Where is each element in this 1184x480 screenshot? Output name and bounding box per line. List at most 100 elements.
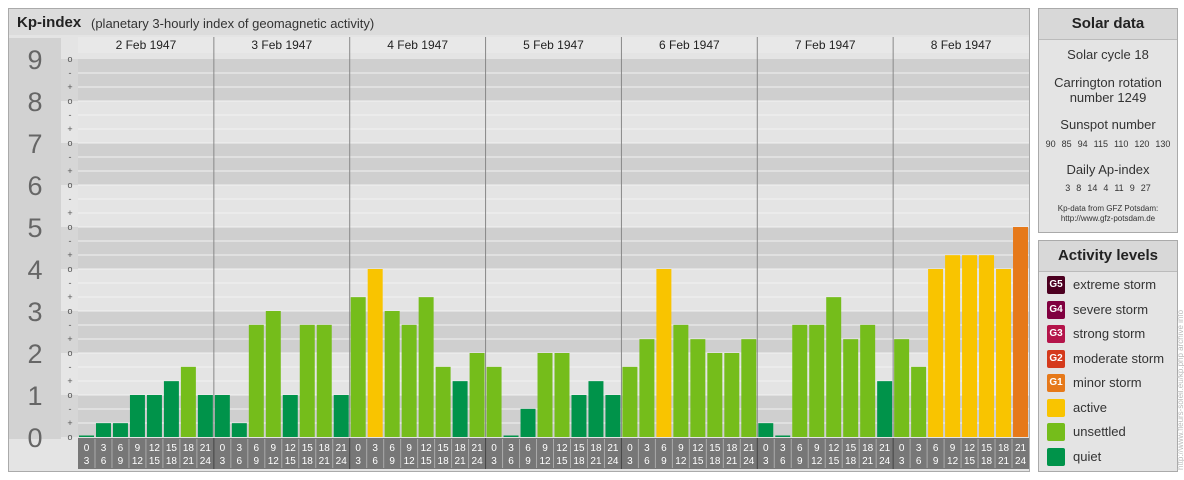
hour-start-label: 21	[472, 443, 484, 454]
hour-start-label: 15	[981, 443, 993, 454]
hour-end-label: 21	[862, 456, 874, 467]
hour-end-label: 18	[981, 456, 993, 467]
day-label: 4 Feb 1947	[387, 38, 448, 52]
hour-start-label: 12	[556, 443, 568, 454]
activity-level-item: quiet	[1047, 447, 1177, 466]
ap-index-value: 9	[1129, 183, 1135, 193]
hour-start-label: 12	[964, 443, 976, 454]
y-tick-label: 9	[27, 45, 42, 75]
hour-start-label: 15	[438, 443, 450, 454]
kp-bar	[656, 269, 672, 437]
y-minor-label: o	[67, 96, 72, 106]
y-minor-label: -	[69, 404, 72, 414]
minor-label-band	[61, 395, 78, 437]
minor-label-band	[61, 59, 78, 101]
kp-bar	[1013, 227, 1028, 437]
minor-label-band	[61, 101, 78, 143]
kp-bar	[775, 435, 791, 437]
hour-end-label: 9	[254, 456, 260, 467]
y-minor-label: -	[69, 236, 72, 246]
hour-start-label: 18	[590, 443, 602, 454]
hour-end-label: 21	[726, 456, 738, 467]
activity-level-item: G2 moderate storm	[1047, 349, 1177, 368]
activity-level-swatch: G4	[1047, 300, 1065, 319]
hour-start-label: 9	[950, 443, 956, 454]
y-minor-label: o	[67, 348, 72, 358]
y-minor-label: o	[67, 138, 72, 148]
activity-level-label: extreme storm	[1073, 277, 1157, 292]
hour-start-label: 18	[862, 443, 874, 454]
ap-index-value: 3	[1065, 183, 1071, 193]
hour-start-label: 6	[933, 443, 939, 454]
solar-cycle: Solar cycle 18	[1067, 47, 1149, 62]
activity-level-swatch: G3	[1047, 325, 1065, 343]
kp-bar	[486, 366, 502, 437]
hour-end-label: 21	[455, 456, 467, 467]
hour-end-label: 15	[692, 456, 704, 467]
hour-end-label: 3	[84, 456, 90, 467]
ap-index-title: Daily Ap-index	[1066, 162, 1150, 177]
hour-start-label: 3	[780, 443, 786, 454]
kp-bar	[129, 395, 145, 437]
hour-end-label: 12	[947, 456, 959, 467]
plot-band	[78, 269, 1029, 311]
kp-bar	[163, 381, 179, 437]
kp-bar	[282, 395, 298, 437]
activity-level-label: severe storm	[1073, 301, 1149, 317]
carrington-rotation-line1: Carrington rotation	[1054, 75, 1162, 90]
hour-start-label: 21	[200, 443, 212, 454]
hour-end-label: 6	[372, 456, 378, 467]
y-minor-label: o	[67, 264, 72, 274]
hour-start-label: 12	[421, 443, 433, 454]
hour-end-label: 9	[661, 456, 667, 467]
y-minor-label: +	[67, 250, 72, 260]
day-label: 8 Feb 1947	[931, 38, 992, 52]
hour-start-label: 3	[916, 443, 922, 454]
hour-start-label: 21	[879, 443, 891, 454]
source-line2: http://www.gfz-potsdam.de	[1060, 214, 1156, 223]
minor-label-band	[61, 353, 78, 395]
kp-bar	[299, 324, 315, 437]
sunspot-value: 85	[1061, 139, 1072, 149]
hour-end-label: 12	[539, 456, 551, 467]
hour-start-label: 3	[644, 443, 650, 454]
sunspot-value: 115	[1093, 139, 1108, 149]
hour-end-label: 6	[780, 456, 786, 467]
y-minor-label: -	[69, 194, 72, 204]
y-minor-label: -	[69, 152, 72, 162]
kp-bar-chart: 2 Feb 1947 3 Feb 1947 4 Feb 1947 5 Feb 1947…	[9, 37, 1029, 469]
day-label: 7 Feb 1947	[795, 38, 856, 52]
minor-label-band	[61, 143, 78, 185]
hour-start-label: 0	[491, 443, 497, 454]
kp-bar	[435, 366, 451, 437]
activity-level-swatch: G1	[1047, 374, 1065, 392]
hour-end-label: 3	[627, 456, 633, 467]
sunspot-value: 90	[1045, 139, 1056, 149]
hour-end-label: 9	[933, 456, 939, 467]
hour-end-label: 3	[899, 456, 905, 467]
kp-bar	[537, 353, 553, 437]
hour-end-label: 12	[404, 456, 416, 467]
hour-start-label: 12	[149, 443, 161, 454]
minor-label-band	[61, 311, 78, 353]
hour-end-label: 6	[237, 456, 243, 467]
hour-end-label: 24	[743, 456, 755, 467]
kp-bar	[197, 395, 213, 437]
kp-bar	[112, 423, 128, 437]
activity-level-label: strong storm	[1073, 326, 1146, 341]
hour-end-label: 15	[421, 456, 433, 467]
hour-start-label: 6	[525, 443, 531, 454]
activity-levels-title: Activity levels	[1039, 241, 1177, 272]
activity-level-label: active	[1073, 399, 1107, 415]
activity-level-item: G3 strong storm	[1047, 325, 1177, 343]
hour-end-label: 24	[879, 456, 891, 467]
hour-start-label: 0	[627, 443, 633, 454]
kp-bar	[741, 339, 757, 437]
kp-bar	[894, 339, 910, 437]
y-minor-label: -	[69, 68, 72, 78]
hour-start-label: 15	[166, 443, 178, 454]
y-minor-label: -	[69, 278, 72, 288]
hour-start-label: 18	[183, 443, 195, 454]
hour-end-label: 6	[508, 456, 514, 467]
kp-bar	[95, 423, 111, 437]
